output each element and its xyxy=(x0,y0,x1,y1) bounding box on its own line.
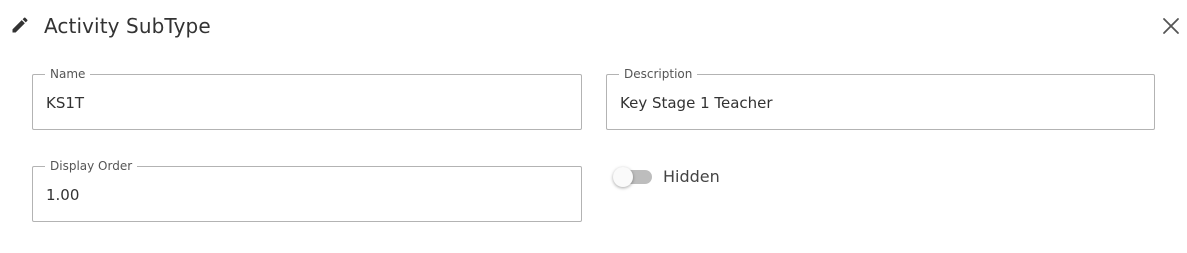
display-order-field[interactable]: Display Order 1.00 xyxy=(32,159,582,222)
name-field[interactable]: Name KS1T xyxy=(32,67,582,130)
dialog-header: Activity SubType xyxy=(0,0,1187,52)
display-order-input[interactable]: 1.00 xyxy=(46,186,79,204)
toggle-thumb[interactable] xyxy=(613,167,633,187)
dialog-title: Activity SubType xyxy=(44,14,211,38)
close-icon[interactable] xyxy=(1158,13,1184,39)
description-label: Description xyxy=(619,67,698,81)
description-input[interactable]: Key Stage 1 Teacher xyxy=(620,94,773,112)
hidden-label: Hidden xyxy=(663,167,720,186)
pencil-icon xyxy=(10,15,30,35)
name-input[interactable]: KS1T xyxy=(46,94,84,112)
hidden-toggle[interactable] xyxy=(613,166,655,188)
description-field[interactable]: Description Key Stage 1 Teacher xyxy=(606,67,1155,130)
display-order-label: Display Order xyxy=(45,159,138,173)
name-label: Name xyxy=(45,67,91,81)
